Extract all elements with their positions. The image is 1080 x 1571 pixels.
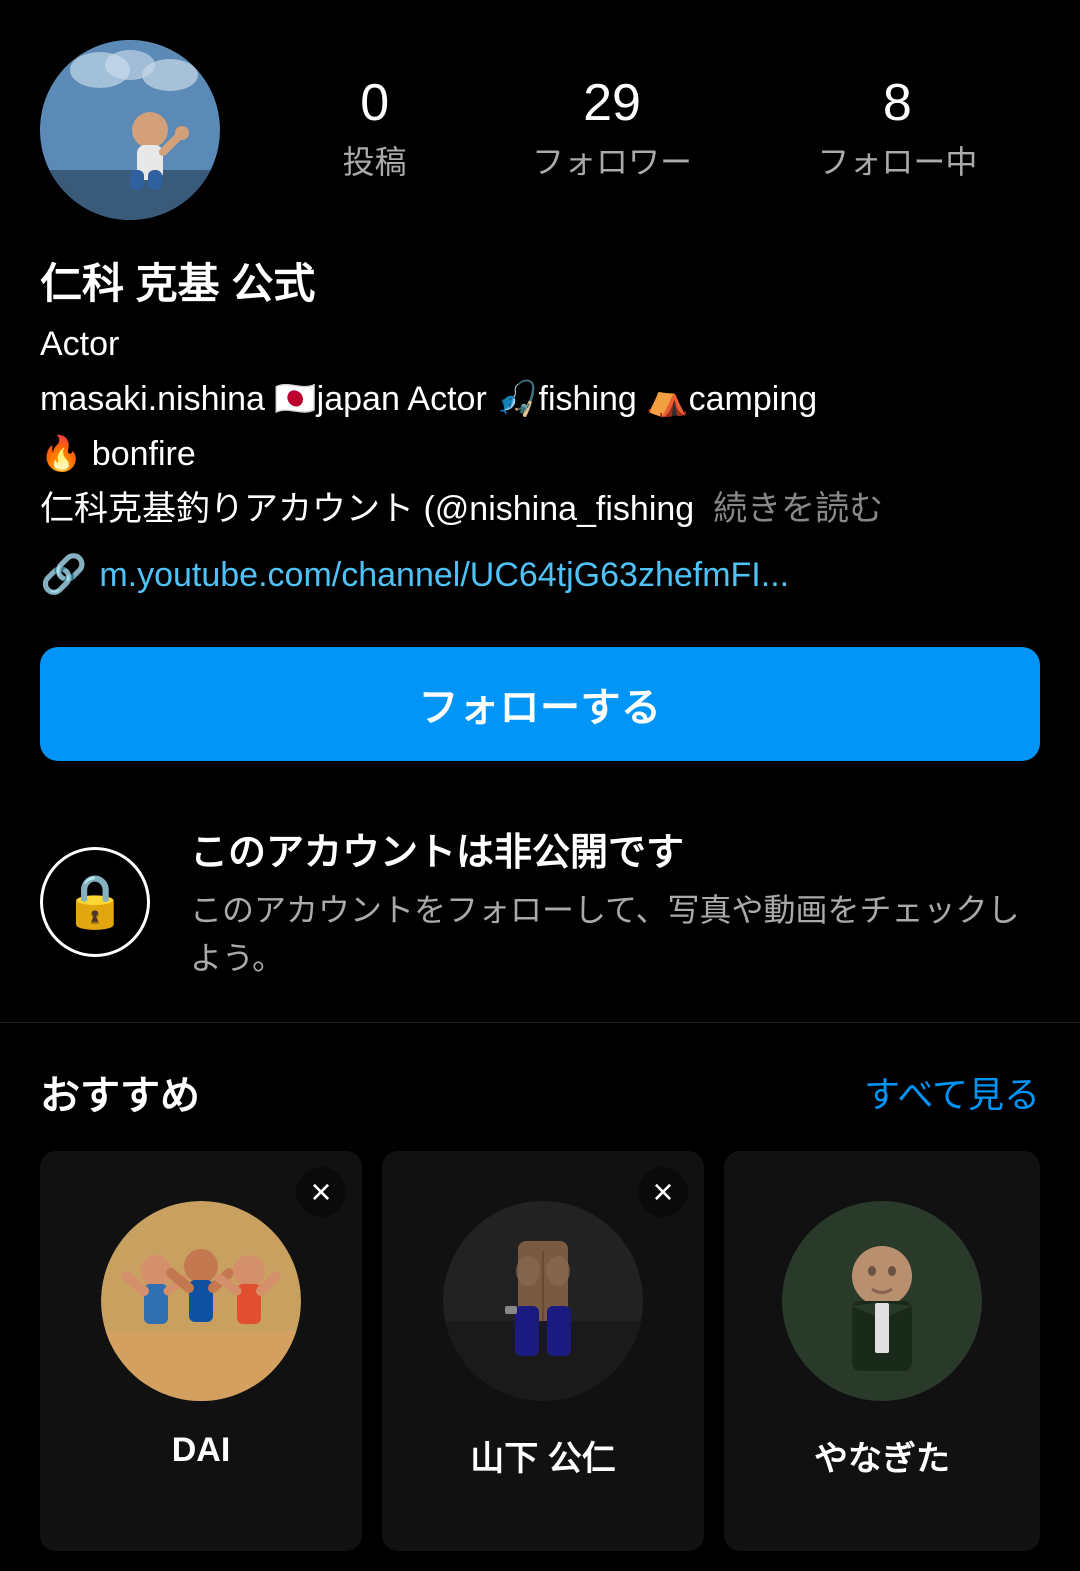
bio-line2: 🔥 bonfire: [40, 429, 1040, 480]
follow-button[interactable]: フォローする: [40, 647, 1040, 761]
followers-count: 29: [583, 77, 641, 129]
lock-icon-circle: 🔒: [40, 847, 150, 957]
following-count: 8: [883, 77, 912, 129]
recommended-cards: ×: [40, 1151, 1040, 1551]
follow-button-wrap: フォローする: [0, 637, 1080, 801]
bio-line1: masaki.nishina 🇯🇵japan Actor 🎣fishing ⛺c…: [40, 374, 1040, 425]
posts-stat[interactable]: 0 投稿: [343, 77, 407, 183]
posts-label: 投稿: [343, 137, 407, 183]
bio-section: 仁科 克基 公式 Actor masaki.nishina 🇯🇵japan Ac…: [0, 240, 1080, 637]
close-card-2-button[interactable]: ×: [638, 1167, 688, 1217]
rec-name-1: DAI: [40, 1421, 362, 1470]
rec-card-2[interactable]: ×: [382, 1151, 704, 1551]
recommended-title: おすすめ: [40, 1063, 200, 1121]
stats-area: 0 投稿 29 フォロワー 8 フォロー中: [240, 77, 1040, 183]
followers-label: フォロワー: [532, 137, 692, 183]
close-card-1-button[interactable]: ×: [296, 1167, 346, 1217]
rec-sub-2: [382, 1480, 704, 1506]
rec-avatar-2: [443, 1201, 643, 1401]
rec-sub-3: [724, 1480, 1040, 1506]
private-notice: 🔒 このアカウントは非公開です このアカウントをフォローして、写真や動画をチェッ…: [40, 821, 1040, 982]
see-all-link[interactable]: すべて見る: [864, 1066, 1040, 1118]
following-label: フォロー中: [817, 137, 977, 183]
recommended-section: おすすめ すべて見る ×: [0, 1023, 1080, 1571]
followers-stat[interactable]: 29 フォロワー: [532, 77, 692, 183]
following-stat[interactable]: 8 フォロー中: [817, 77, 977, 183]
private-text-area: このアカウントは非公開です このアカウントをフォローして、写真や動画をチェックし…: [190, 821, 1040, 982]
bio-title: Actor: [40, 319, 1040, 370]
bio-account-text: 仁科克基釣りアカウント (@nishina_fishing: [40, 490, 694, 528]
avatar: [40, 40, 220, 220]
display-name: 仁科 克基 公式: [40, 250, 1040, 311]
read-more-link[interactable]: 続きを読む: [713, 490, 883, 528]
private-description: このアカウントをフォローして、写真や動画をチェックしよう。: [190, 886, 1040, 982]
rec-card-1[interactable]: ×: [40, 1151, 362, 1551]
profile-link[interactable]: m.youtube.com/channel/UC64tjG63zhefmFI..…: [99, 556, 789, 595]
rec-sub-1: [40, 1470, 362, 1496]
bio-link-row: 🔗 m.youtube.com/channel/UC64tjG63zhefmFI…: [40, 553, 1040, 597]
posts-count: 0: [360, 77, 389, 129]
rec-card-3[interactable]: やなぎた: [724, 1151, 1040, 1551]
rec-avatar-3-wrap: [724, 1151, 1040, 1421]
recommended-header: おすすめ すべて見る: [40, 1063, 1040, 1121]
rec-avatar-3: [782, 1201, 982, 1401]
profile-header: 0 投稿 29 フォロワー 8 フォロー中: [0, 0, 1080, 240]
rec-name-2: 山下 公仁: [382, 1421, 704, 1480]
private-title: このアカウントは非公開です: [190, 821, 1040, 876]
link-icon: 🔗: [40, 553, 87, 597]
lock-icon: 🔒: [63, 871, 128, 932]
rec-name-3: やなぎた: [724, 1421, 1040, 1480]
bio-line3: 仁科克基釣りアカウント (@nishina_fishing 続きを読む: [40, 484, 1040, 535]
rec-avatar-1: [101, 1201, 301, 1401]
